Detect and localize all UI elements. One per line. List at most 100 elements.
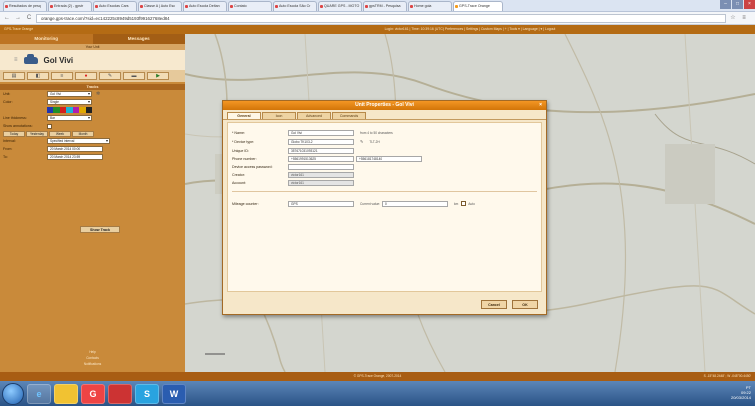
folder-icon[interactable] (54, 383, 78, 404)
browser-tab[interactable]: Auto Escola São Cr (273, 1, 317, 11)
list-icon[interactable]: ▤ (3, 72, 25, 80)
favicon-icon (5, 5, 8, 8)
thickness-row: Line thickness: Bar (0, 114, 185, 122)
reload-button[interactable]: C (25, 14, 33, 22)
system-tray: PT 09:22 20/03/2014 (731, 385, 751, 400)
favicon-icon (320, 5, 323, 8)
from-input[interactable]: 20 March 2014 00:00 (47, 146, 103, 152)
tab-general[interactable]: General (227, 112, 261, 119)
thickness-select[interactable]: Bar (47, 115, 92, 121)
dialog-body: * Name: Gol Vivi from 4 to 50 characters… (227, 122, 542, 292)
forward-button[interactable]: → (14, 14, 22, 22)
account-field: victor161 (288, 179, 354, 186)
browser-tab[interactable]: QUARE GPS - MOTO (318, 1, 362, 11)
start-button[interactable] (2, 382, 24, 405)
phone2-field[interactable]: +556181748140 (356, 155, 422, 162)
star-icon[interactable]: ☆ (729, 14, 737, 22)
windows-taskbar: e G S W PT 09:22 20/03/2014 (0, 381, 755, 406)
browser-tab[interactable]: Auto Escolas Cars (93, 1, 137, 11)
period-week[interactable]: Week (49, 130, 71, 137)
period-today[interactable]: Today (3, 130, 25, 137)
account-row: Account: victor161 (232, 179, 354, 186)
skype-icon[interactable]: S (135, 383, 159, 404)
browser-tab[interactable]: GPS-Trace Orange (453, 1, 503, 11)
browser-tab[interactable]: Auto Escola Deltan (183, 1, 227, 11)
stats-icon[interactable]: ≡ (51, 72, 73, 80)
interval-select[interactable]: Specified interval (47, 138, 110, 144)
device-type-field[interactable]: Globo TK103-2 (288, 138, 354, 145)
tab-messages[interactable]: Messages (93, 34, 186, 44)
browser-tab-label: Auto Escola São Cr (279, 4, 311, 8)
interval-label: Interval: (3, 139, 16, 143)
show-track-button[interactable]: Show Track (80, 226, 120, 233)
mileage-label: Mileage counter: (232, 201, 259, 206)
sidebar-tabs: Monitoring Messages (0, 34, 185, 44)
play-icon[interactable]: ▶ (147, 72, 169, 80)
mileage-row: Mileage counter: GPS Current value: 0 km… (232, 200, 475, 207)
close-window-button[interactable]: × (744, 0, 755, 9)
browser-tab[interactable]: Contato (228, 1, 272, 11)
unique-id-field[interactable]: 357671031093121 (288, 147, 354, 154)
word-icon[interactable]: W (162, 383, 186, 404)
browser-tab[interactable]: Resultados de pesq (3, 1, 47, 11)
wrench-icon[interactable]: ✎ (360, 139, 363, 144)
top-links[interactable]: Login: victor161 | Time: 10:39:16 (UTC) … (185, 25, 755, 34)
info-icon[interactable]: ◧ (27, 72, 49, 80)
media-icon[interactable] (108, 383, 132, 404)
tab-advanced[interactable]: Advanced (297, 112, 331, 119)
color-select[interactable]: Single (47, 99, 92, 105)
notifications-link[interactable]: Notifications (0, 361, 185, 367)
device-type-row: * Device type: Globo TK103-2 ✎ TLT-2H (232, 138, 380, 145)
color-palette[interactable] (47, 107, 92, 113)
tab-monitoring[interactable]: Monitoring (0, 34, 93, 44)
mileage-select[interactable]: GPS (288, 200, 354, 207)
period-yesterday[interactable]: Yesterday (26, 130, 48, 137)
car-small-icon[interactable]: ▬ (123, 72, 145, 80)
current-value-field[interactable]: 0 (382, 200, 449, 207)
divider (232, 191, 537, 192)
favicon-icon (455, 5, 458, 8)
url-input[interactable]: orange.gps-trace.com/?sid=ec142225c8949d… (36, 13, 726, 23)
annotations-checkbox[interactable] (47, 123, 52, 129)
browser-tab[interactable]: Classe A | Auto Esc (138, 1, 182, 11)
palette-row (0, 106, 185, 114)
interval-row: Interval: Specified interval (0, 137, 185, 145)
brand-logo[interactable]: GPS-Trace Orange (0, 25, 185, 34)
unit-toolbar: ▤ ◧ ≡ ● ✎ ▬ ▶ (0, 70, 185, 82)
period-month[interactable]: Month (72, 130, 94, 137)
tab-icon[interactable]: Icon (262, 112, 296, 119)
back-button[interactable]: ← (3, 14, 11, 22)
browser-tab-label: QUARE GPS - MOTO (324, 4, 360, 8)
menu-icon[interactable]: ≡ (740, 14, 748, 22)
unit-select[interactable]: Gol Vivi (47, 91, 92, 97)
minimize-button[interactable]: – (720, 0, 731, 9)
unit-properties-dialog: Unit Properties - Gol Vivi × General Ico… (222, 100, 547, 315)
to-input[interactable]: 20 March 2014 23:59 (47, 154, 103, 160)
tab-commands[interactable]: Commands (332, 112, 366, 119)
password-field[interactable] (288, 163, 354, 170)
close-icon[interactable]: × (539, 101, 542, 110)
clock-date[interactable]: 20/03/2014 (731, 395, 751, 400)
phone-field[interactable]: +5561991513625 (288, 155, 354, 162)
ie-icon[interactable]: e (27, 383, 51, 404)
cancel-button[interactable]: Cancel (481, 300, 507, 309)
name-field[interactable]: Gol Vivi (288, 129, 354, 136)
creator-row: Creator: victor161 (232, 171, 354, 178)
address-bar: ← → C orange.gps-trace.com/?sid=ec142225… (0, 12, 755, 25)
status-bar: © GPS-Trace Orange, 2007-2014 S -15°48.2… (0, 372, 755, 381)
browser-tab-label: Entrada (2) - gpstr (54, 4, 84, 8)
phone-label: Phone number: (232, 156, 257, 161)
locate-icon[interactable]: ● (75, 72, 97, 80)
chrome-icon[interactable]: G (81, 383, 105, 404)
wrench-icon[interactable]: ✎ (99, 72, 121, 80)
thickness-label: Line thickness: (3, 116, 27, 120)
browser-tab[interactable]: gpsTRM - Pesquisa (363, 1, 407, 11)
auto-checkbox[interactable] (461, 201, 467, 206)
browser-tab[interactable]: Entrada (2) - gpstr (48, 1, 92, 11)
name-note: from 4 to 50 characters (360, 130, 393, 135)
gear-icon[interactable]: ✲ (96, 91, 100, 97)
ok-button[interactable]: OK (512, 300, 538, 309)
creator-select[interactable]: victor161 (288, 171, 354, 178)
browser-tab[interactable]: Home goia (408, 1, 452, 11)
maximize-button[interactable]: □ (732, 0, 743, 9)
